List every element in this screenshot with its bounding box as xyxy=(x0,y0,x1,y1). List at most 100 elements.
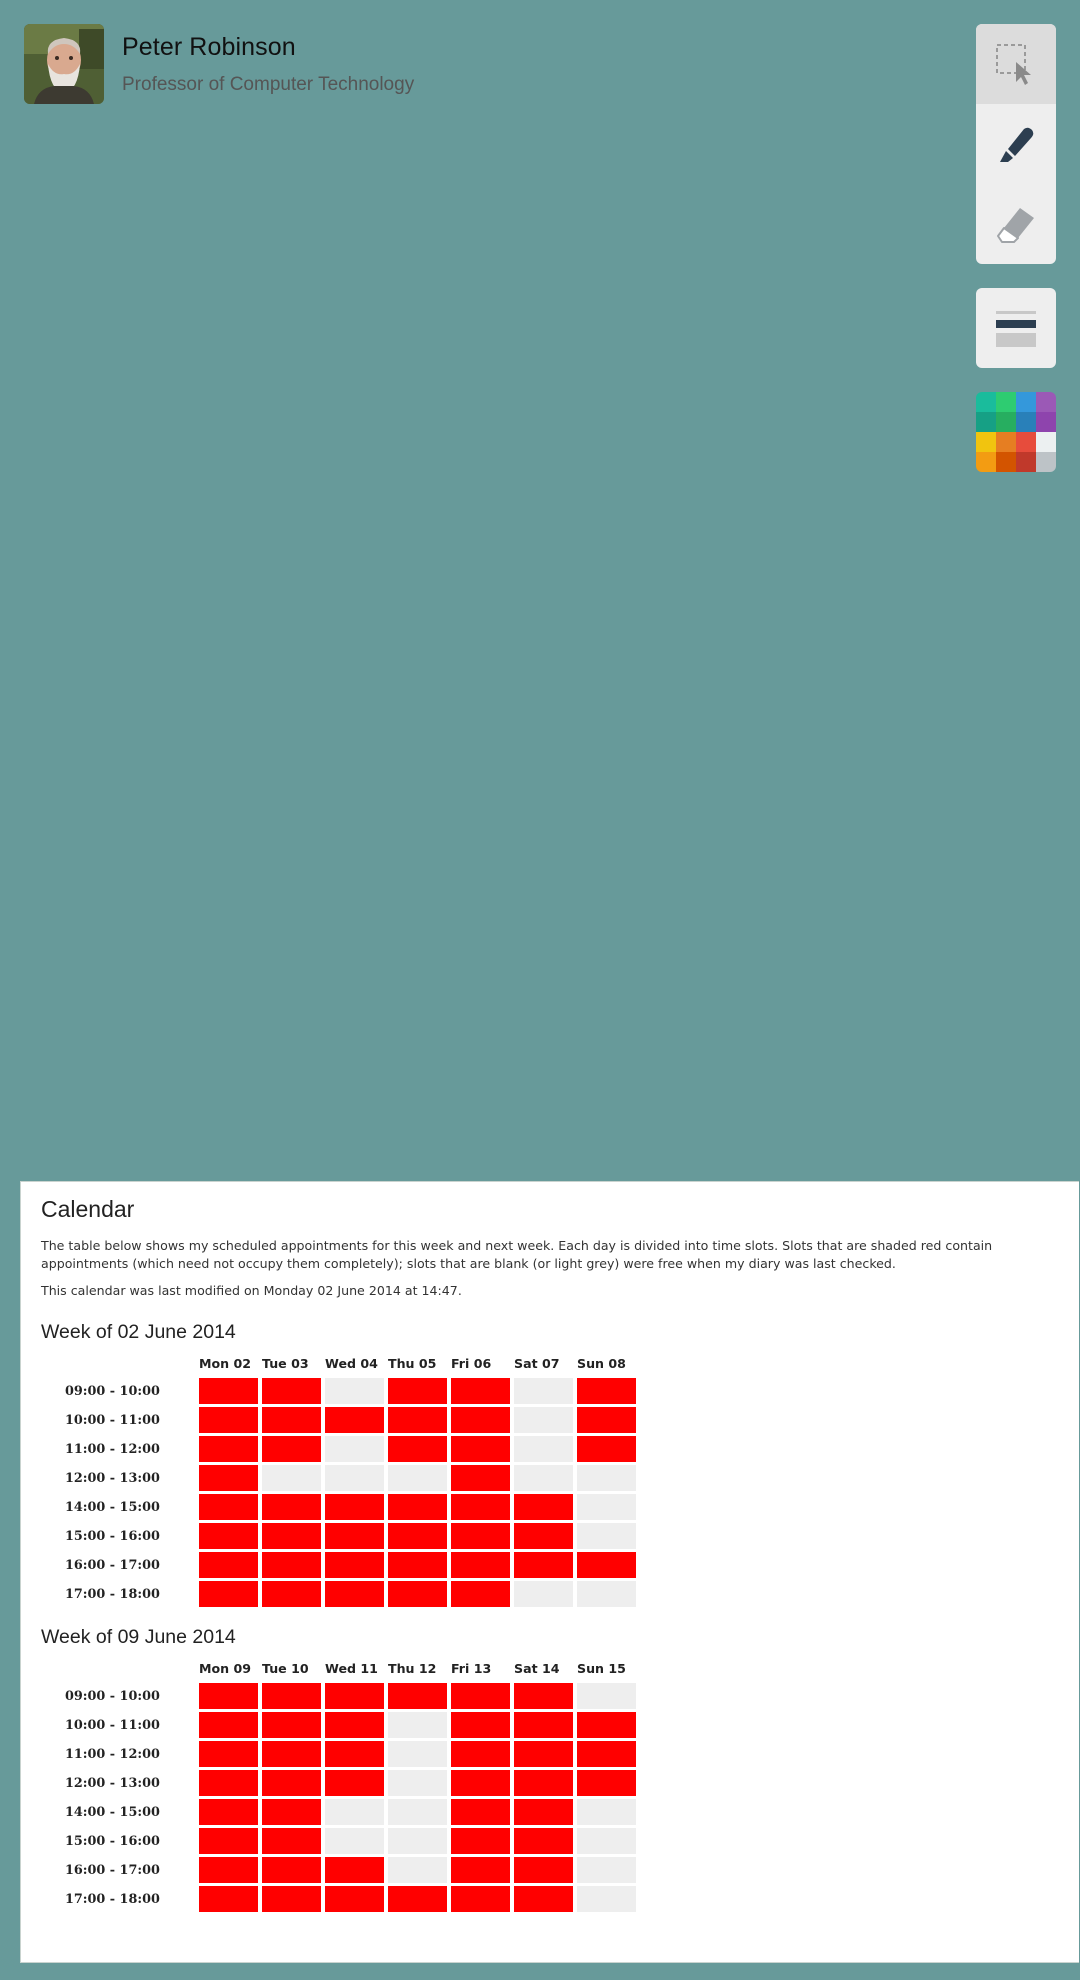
color-swatch[interactable] xyxy=(976,412,996,432)
busy-slot xyxy=(388,1886,447,1912)
calendar-panel: Calendar The table below shows my schedu… xyxy=(20,1181,1079,1963)
profile-title: Professor of Computer Technology xyxy=(122,74,415,95)
busy-slot xyxy=(325,1683,384,1709)
free-slot xyxy=(388,1465,447,1491)
busy-slot xyxy=(325,1770,384,1796)
busy-slot xyxy=(451,1828,510,1854)
slot-header xyxy=(59,1660,195,1680)
eraser-icon xyxy=(997,208,1034,243)
busy-slot xyxy=(451,1799,510,1825)
day-header: Tue 10 xyxy=(262,1661,309,1676)
time-slot-row: 15:00 - 16:00 xyxy=(59,1523,636,1549)
free-slot xyxy=(577,1886,636,1912)
free-slot xyxy=(388,1857,447,1883)
busy-slot xyxy=(577,1407,636,1433)
color-swatch[interactable] xyxy=(976,452,996,472)
free-slot xyxy=(388,1770,447,1796)
busy-slot xyxy=(325,1552,384,1578)
day-header: Wed 11 xyxy=(325,1661,378,1676)
busy-slot xyxy=(262,1523,321,1549)
busy-slot xyxy=(451,1552,510,1578)
busy-slot xyxy=(514,1741,573,1767)
busy-slot xyxy=(577,1741,636,1767)
color-swatch[interactable] xyxy=(996,392,1016,412)
color-swatch[interactable] xyxy=(1016,452,1036,472)
pen-tool-button[interactable] xyxy=(976,104,1056,184)
busy-slot xyxy=(388,1552,447,1578)
color-swatch[interactable] xyxy=(996,412,1016,432)
busy-slot xyxy=(451,1683,510,1709)
busy-slot xyxy=(325,1581,384,1607)
busy-slot xyxy=(325,1712,384,1738)
time-slot-label: 15:00 - 16:00 xyxy=(65,1528,160,1544)
busy-slot xyxy=(199,1436,258,1462)
free-slot xyxy=(577,1683,636,1709)
day-header: Mon 02 xyxy=(199,1356,252,1371)
busy-slot xyxy=(388,1407,447,1433)
free-slot xyxy=(325,1799,384,1825)
color-swatch[interactable] xyxy=(1016,432,1036,452)
free-slot xyxy=(577,1857,636,1883)
time-slot-label: 16:00 - 17:00 xyxy=(65,1862,160,1878)
busy-slot xyxy=(262,1712,321,1738)
busy-slot xyxy=(451,1712,510,1738)
color-swatch[interactable] xyxy=(1016,392,1036,412)
calendar-heading: Calendar xyxy=(41,1196,135,1222)
free-slot xyxy=(577,1465,636,1491)
color-swatch[interactable] xyxy=(1036,432,1056,452)
day-header: Fri 06 xyxy=(451,1356,492,1371)
free-slot xyxy=(577,1828,636,1854)
time-slot-row: 14:00 - 15:00 xyxy=(59,1494,636,1520)
free-slot xyxy=(388,1741,447,1767)
free-slot xyxy=(577,1523,636,1549)
free-slot xyxy=(514,1436,573,1462)
busy-slot xyxy=(199,1465,258,1491)
free-slot xyxy=(388,1828,447,1854)
busy-slot xyxy=(451,1436,510,1462)
eraser-tool-button[interactable] xyxy=(976,184,1056,264)
line-weight-icon xyxy=(996,311,1036,347)
busy-slot xyxy=(388,1683,447,1709)
color-swatch[interactable] xyxy=(996,432,1016,452)
day-header: Thu 05 xyxy=(388,1356,437,1371)
day-header: Sun 15 xyxy=(577,1661,626,1676)
day-header: Thu 12 xyxy=(388,1661,437,1676)
busy-slot xyxy=(514,1799,573,1825)
stroke-width-button[interactable] xyxy=(976,288,1056,368)
color-swatch[interactable] xyxy=(1016,412,1036,432)
color-swatch[interactable] xyxy=(1036,392,1056,412)
marker-icon xyxy=(1000,127,1034,162)
busy-slot xyxy=(262,1683,321,1709)
time-slot-label: 11:00 - 12:00 xyxy=(65,1441,160,1457)
busy-slot xyxy=(451,1741,510,1767)
busy-slot xyxy=(262,1857,321,1883)
busy-slot xyxy=(514,1683,573,1709)
busy-slot xyxy=(262,1886,321,1912)
busy-slot xyxy=(262,1770,321,1796)
time-slot-row: 16:00 - 17:00 xyxy=(59,1552,636,1578)
select-tool-button[interactable] xyxy=(976,24,1056,104)
time-slot-label: 14:00 - 15:00 xyxy=(65,1499,160,1515)
busy-slot xyxy=(514,1494,573,1520)
color-swatch[interactable] xyxy=(1036,452,1056,472)
week-table: Mon 09 Tue 10 Wed 11 Thu 12 Fri 13 Sat 14 Sun … xyxy=(55,1657,640,1915)
busy-slot xyxy=(199,1552,258,1578)
time-slot-label: 12:00 - 13:00 xyxy=(65,1470,160,1486)
color-swatch[interactable] xyxy=(1036,412,1056,432)
color-swatch[interactable] xyxy=(976,392,996,412)
free-slot xyxy=(577,1799,636,1825)
time-slot-label: 12:00 - 13:00 xyxy=(65,1775,160,1791)
slot-header xyxy=(59,1355,195,1375)
profile-name: Peter Robinson xyxy=(122,33,296,61)
busy-slot xyxy=(388,1494,447,1520)
busy-slot xyxy=(262,1799,321,1825)
color-swatch[interactable] xyxy=(996,452,1016,472)
free-slot xyxy=(325,1465,384,1491)
busy-slot xyxy=(577,1436,636,1462)
time-slot-row: 17:00 - 18:00 xyxy=(59,1581,636,1607)
busy-slot xyxy=(514,1828,573,1854)
free-slot xyxy=(514,1465,573,1491)
color-swatch[interactable] xyxy=(976,432,996,452)
time-slot-row: 12:00 - 13:00 xyxy=(59,1770,636,1796)
busy-slot xyxy=(325,1857,384,1883)
